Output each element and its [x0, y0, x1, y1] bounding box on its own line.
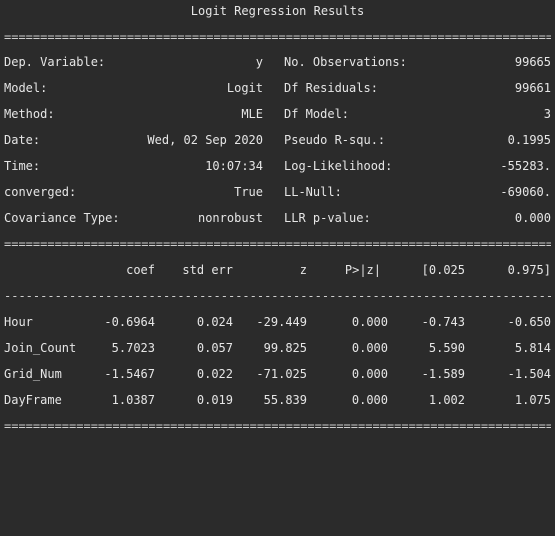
summary-label: Df Residuals:	[284, 81, 378, 95]
variable-name: Grid_Num	[4, 367, 62, 381]
table-row: Grid_Num -1.5467 0.022 -71.025 0.000 -1.…	[4, 366, 551, 382]
summary-value: 99661	[514, 81, 551, 95]
summary-label: Date:	[4, 133, 41, 147]
table-cell: 0.024	[196, 315, 233, 329]
table-cell: 0.000	[351, 367, 388, 381]
summary-value: True	[234, 185, 263, 199]
table-cell: 0.057	[196, 341, 233, 355]
table-cell: -0.650	[507, 315, 551, 329]
summary-row: Date: Wed, 02 Sep 2020 Pseudo R-squ.: 0.…	[4, 132, 551, 148]
summary-label: Df Model:	[284, 107, 350, 121]
summary-label: converged:	[4, 185, 77, 199]
table-cell: -0.6964	[104, 315, 155, 329]
summary-label: No. Observations:	[284, 55, 407, 69]
table-cell: 5.590	[428, 341, 465, 355]
double-rule: ========================================…	[4, 30, 551, 44]
table-cell: 1.0387	[111, 393, 155, 407]
summary-row: converged: True LL-Null: -69060.	[4, 184, 551, 200]
column-header: z	[299, 263, 307, 277]
results-title: Logit Regression Results	[190, 4, 365, 18]
summary-row: Dep. Variable: y No. Observations: 99665	[4, 54, 551, 70]
column-header: coef	[126, 263, 155, 277]
summary-value: MLE	[241, 107, 263, 121]
table-cell: 99.825	[263, 341, 307, 355]
summary-value: nonrobust	[197, 211, 263, 225]
table-cell: 55.839	[263, 393, 307, 407]
summary-label: Log-Likelihood:	[284, 159, 393, 173]
column-header: std err	[182, 263, 233, 277]
summary-value: Logit	[226, 81, 263, 95]
summary-label: Time:	[4, 159, 41, 173]
table-cell: 1.002	[428, 393, 465, 407]
variable-name: Hour	[4, 315, 33, 329]
variable-name: Join_Count	[4, 341, 77, 355]
summary-row: Covariance Type: nonrobust LLR p-value: …	[4, 210, 551, 226]
summary-value: y	[255, 55, 263, 69]
summary-row: Time: 10:07:34 Log-Likelihood: -55283.	[4, 158, 551, 174]
table-cell: 5.814	[514, 341, 551, 355]
column-header: 0.975]	[507, 263, 551, 277]
table-row: DayFrame 1.0387 0.019 55.839 0.000 1.002…	[4, 392, 551, 408]
table-cell: 0.000	[351, 341, 388, 355]
summary-value: 3	[543, 107, 551, 121]
table-cell: 5.7023	[111, 341, 155, 355]
coef-header-row: coef std err z P>|z| [0.025 0.975]	[4, 262, 551, 278]
table-row: Hour -0.6964 0.024 -29.449 0.000 -0.743 …	[4, 314, 551, 330]
column-header: P>|z|	[344, 263, 381, 277]
summary-value: -55283.	[500, 159, 551, 173]
summary-row: Model: Logit Df Residuals: 99661	[4, 80, 551, 96]
summary-row: Method: MLE Df Model: 3	[4, 106, 551, 122]
summary-value: 99665	[514, 55, 551, 69]
summary-label: Method:	[4, 107, 55, 121]
variable-name: DayFrame	[4, 393, 62, 407]
summary-value: Wed, 02 Sep 2020	[147, 133, 263, 147]
summary-value: 10:07:34	[205, 159, 263, 173]
summary-label: LLR p-value:	[284, 211, 371, 225]
column-header: [0.025	[421, 263, 465, 277]
summary-value: 0.000	[514, 211, 551, 225]
table-cell: -29.449	[256, 315, 307, 329]
table-cell: 1.075	[514, 393, 551, 407]
table-cell: -0.743	[421, 315, 465, 329]
single-rule: ----------------------------------------…	[4, 289, 551, 303]
summary-label: Dep. Variable:	[4, 55, 106, 69]
table-cell: 0.000	[351, 315, 388, 329]
summary-label: Model:	[4, 81, 48, 95]
summary-value: -69060.	[500, 185, 551, 199]
table-cell: -1.589	[421, 367, 465, 381]
table-cell: -1.5467	[104, 367, 155, 381]
double-rule: ========================================…	[4, 419, 551, 433]
table-cell: -71.025	[256, 367, 307, 381]
table-cell: 0.019	[196, 393, 233, 407]
summary-label: Covariance Type:	[4, 211, 120, 225]
summary-value: 0.1995	[507, 133, 551, 147]
summary-label: LL-Null:	[284, 185, 342, 199]
table-cell: -1.504	[507, 367, 551, 381]
table-cell: 0.022	[196, 367, 233, 381]
table-row: Join_Count 5.7023 0.057 99.825 0.000 5.5…	[4, 340, 551, 356]
summary-label: Pseudo R-squ.:	[284, 133, 386, 147]
table-cell: 0.000	[351, 393, 388, 407]
double-rule: ========================================…	[4, 237, 551, 251]
